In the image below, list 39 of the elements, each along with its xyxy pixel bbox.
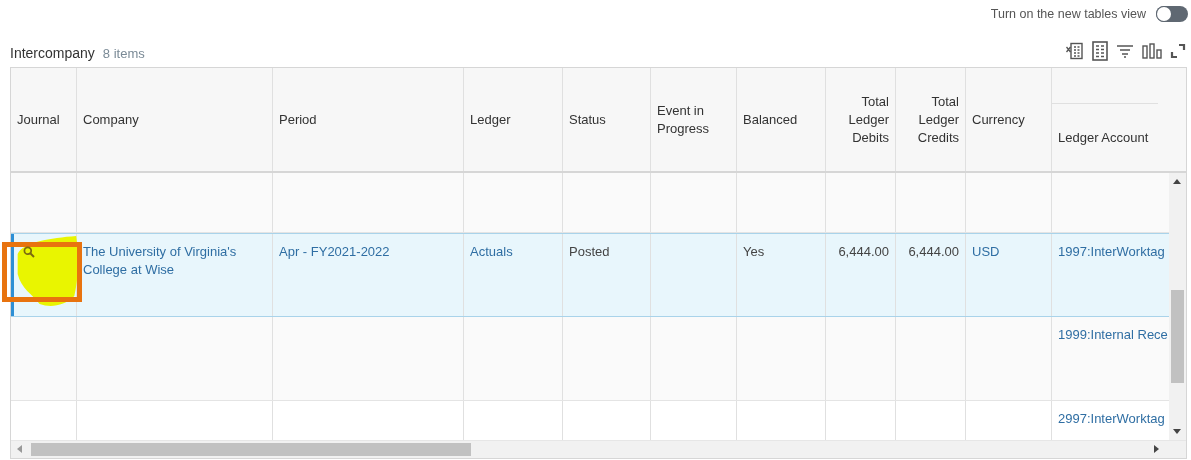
excel-export-icon[interactable] — [1066, 42, 1084, 60]
column-header[interactable]: Event in Progress — [657, 101, 730, 138]
link-text[interactable]: 2997:InterWorktag — [1058, 410, 1169, 428]
cell-text: 6,444.00 — [837, 243, 889, 261]
expand-icon[interactable] — [1170, 43, 1186, 59]
scroll-right-icon[interactable] — [1154, 445, 1159, 453]
column-header[interactable]: Total Ledger Credits — [902, 92, 959, 147]
search-icon[interactable] — [23, 246, 35, 258]
toggle-switch[interactable] — [1156, 6, 1188, 22]
column-header[interactable]: Total Ledger Debits — [832, 92, 889, 147]
link-text[interactable]: USD — [972, 243, 1045, 261]
toggle-label: Turn on the new tables view — [990, 7, 1146, 21]
column-header[interactable]: Period — [279, 110, 317, 129]
column-header[interactable]: Ledger — [470, 110, 511, 129]
scroll-down-icon[interactable] — [1173, 429, 1181, 434]
cell-text: 6,444.00 — [907, 243, 959, 261]
link-text[interactable]: Apr - FY2021-2022 — [279, 243, 457, 261]
link-text[interactable]: 1999:Internal Rece — [1058, 326, 1169, 344]
column-header[interactable]: Journal — [17, 110, 60, 129]
link-text[interactable]: The University of Virginia's College at Wise — [83, 243, 266, 279]
link-text[interactable]: 1997:InterWorktag — [1058, 243, 1169, 261]
columns-icon[interactable] — [1142, 43, 1162, 59]
item-count: 8 items — [102, 46, 145, 61]
column-header[interactable]: Ledger Account — [1058, 128, 1149, 147]
link-text[interactable]: Actuals — [470, 243, 556, 261]
filter-icon[interactable] — [1116, 44, 1134, 58]
vertical-scrollbar[interactable] — [1169, 173, 1186, 440]
horizontal-scrollbar[interactable] — [11, 440, 1186, 458]
document-icon[interactable] — [1092, 41, 1108, 61]
column-header[interactable]: Currency — [972, 110, 1025, 129]
table-title: Intercompany — [10, 45, 95, 61]
column-header[interactable]: Balanced — [743, 110, 798, 129]
table-row[interactable]: 1999:Internal Rece — [11, 317, 1169, 401]
cell-text: Posted — [569, 243, 611, 261]
table-row[interactable]: The University of Virginia's College at Wise Apr - FY2021-2022 Actuals Posted Yes 6,444.00 6,444.00 USD 1997:InterWorktag — [11, 233, 1169, 317]
cell-text: Yes — [743, 243, 766, 261]
scroll-up-icon[interactable] — [1173, 179, 1181, 184]
column-header[interactable]: Status — [569, 110, 606, 129]
column-header[interactable]: Company — [83, 110, 139, 129]
